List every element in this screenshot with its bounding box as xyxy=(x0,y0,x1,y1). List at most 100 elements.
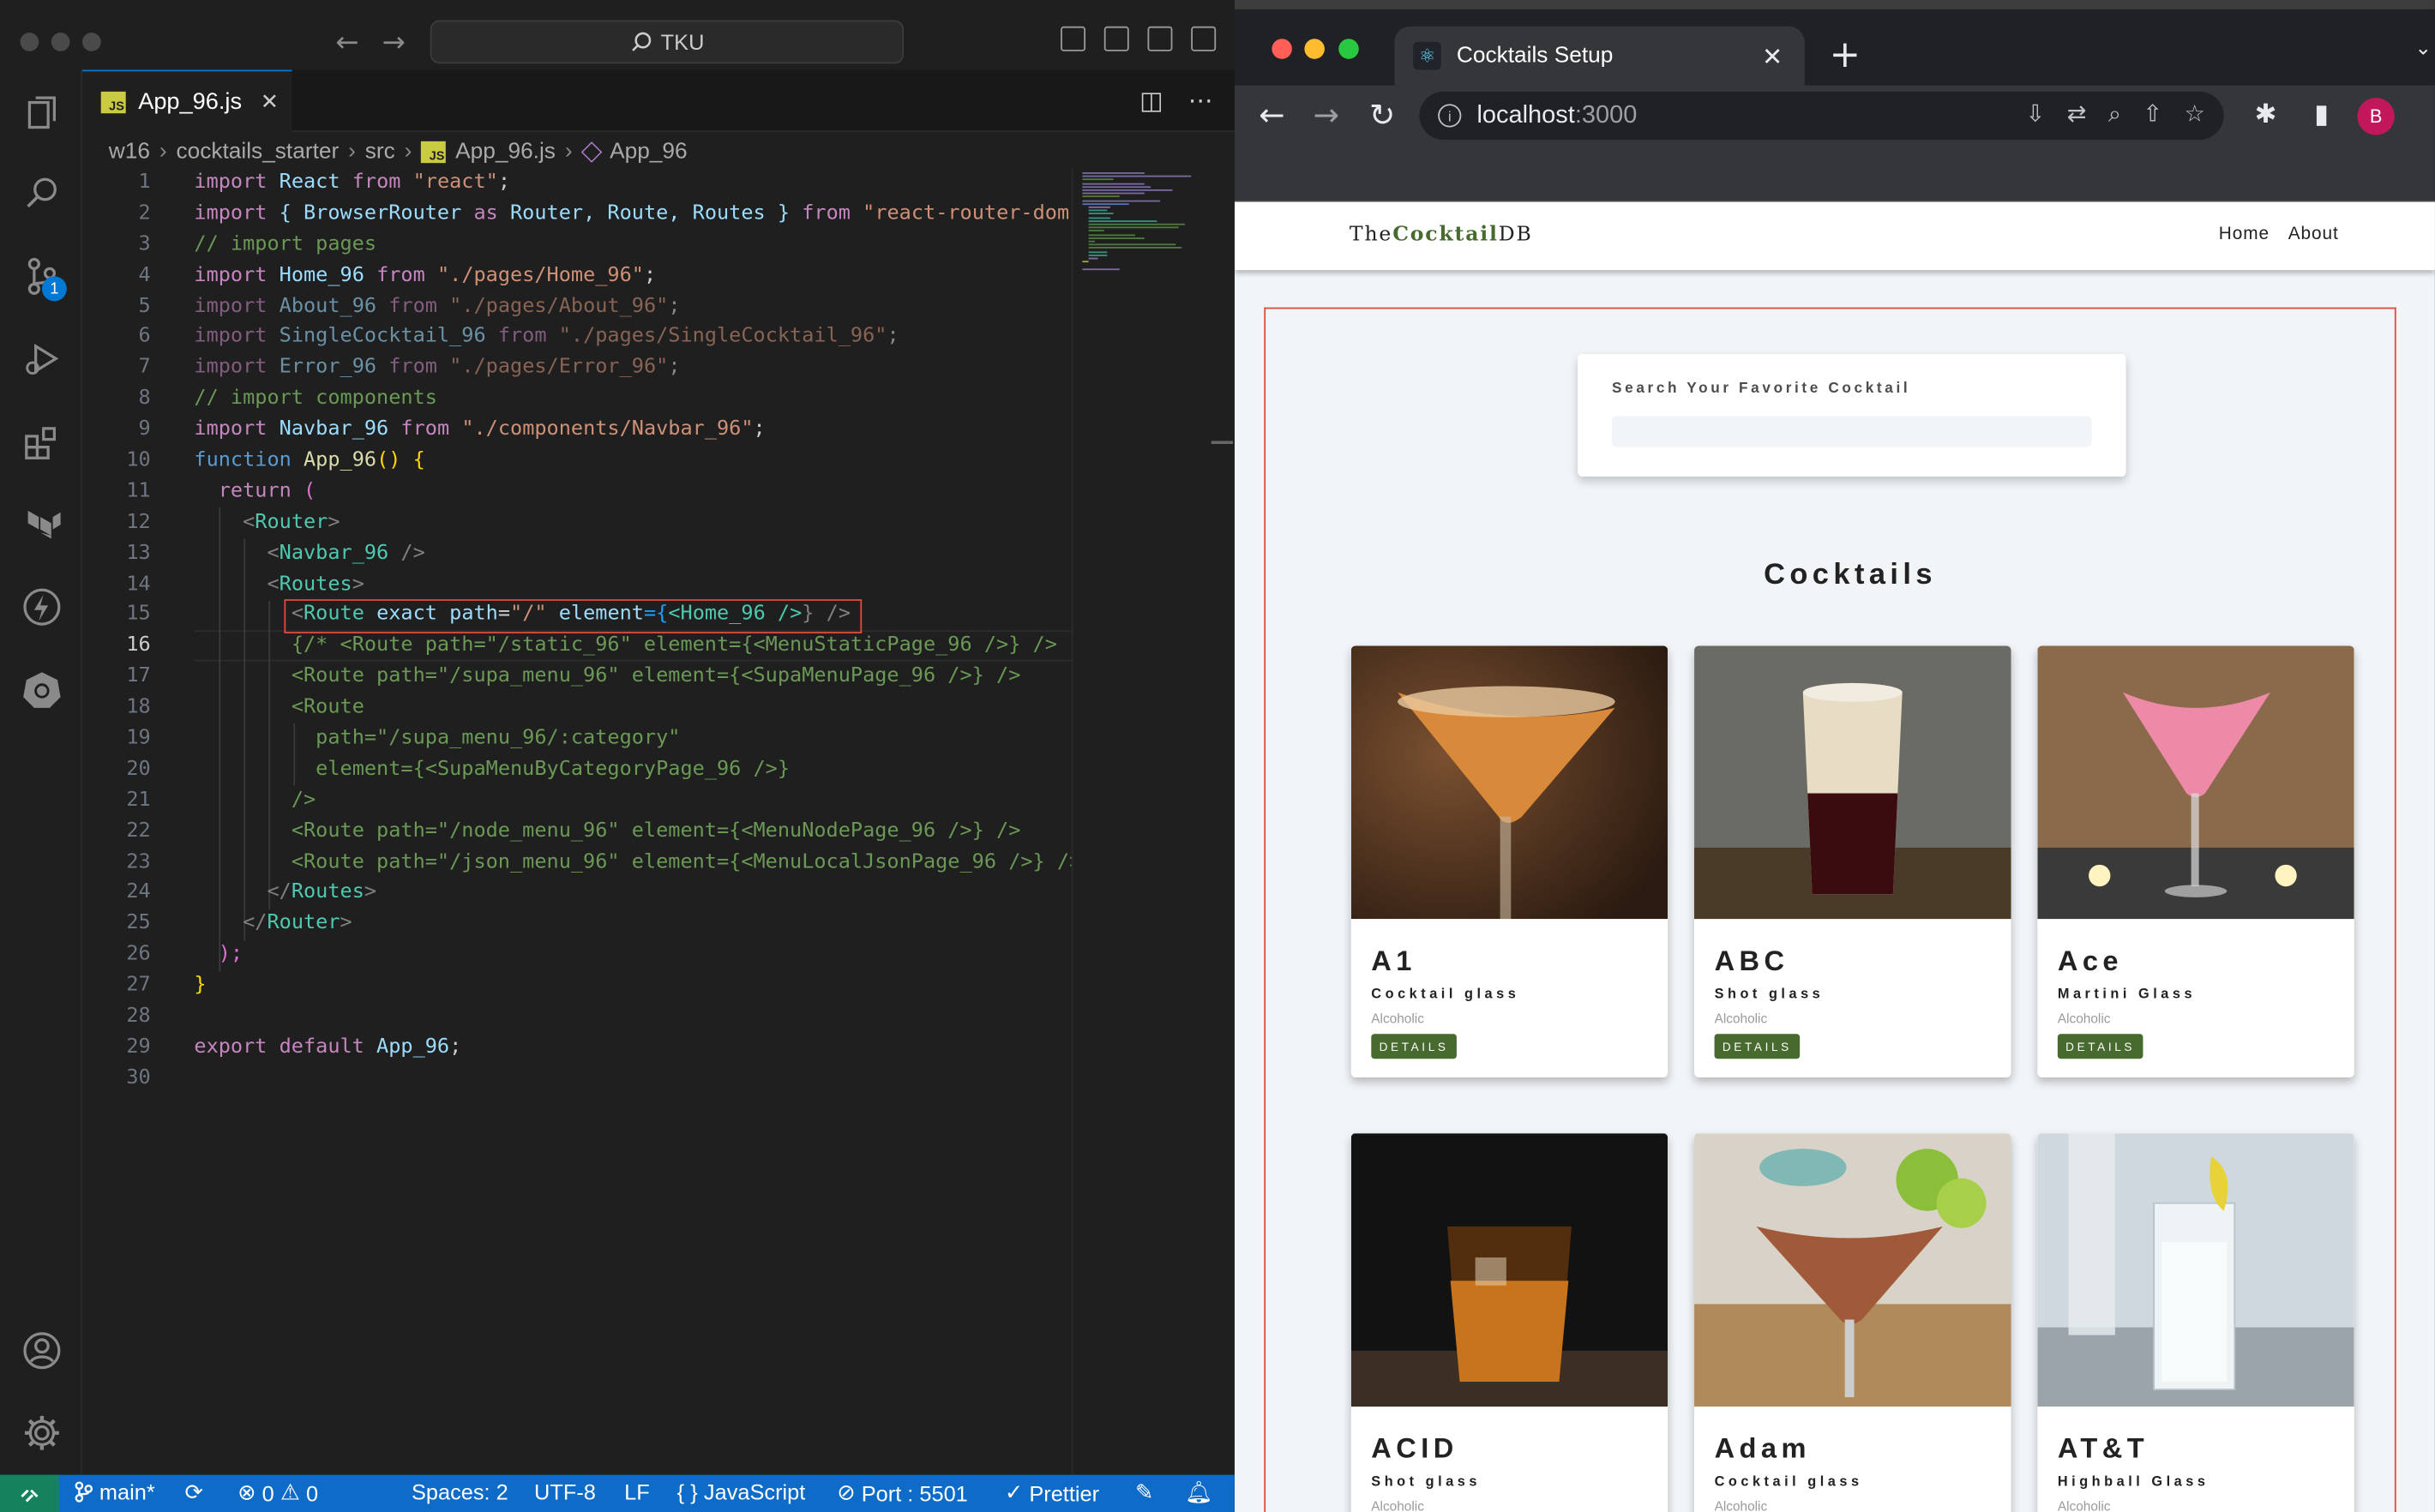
command-center-search[interactable]: TKU xyxy=(430,20,905,64)
zoom-icon[interactable]: ⌕ xyxy=(2108,99,2121,128)
new-tab-plus-icon[interactable]: + xyxy=(1830,33,1861,76)
details-button[interactable]: DETAILS xyxy=(1714,1034,1801,1059)
close-window-button[interactable] xyxy=(1272,39,1292,59)
share-icon[interactable]: ⇧ xyxy=(2143,99,2162,128)
go-back-icon[interactable]: ← xyxy=(335,27,358,59)
double-check-icon: ✓ xyxy=(1004,1479,1024,1505)
minimize-window-button[interactable] xyxy=(51,33,70,51)
notifications-bell-icon[interactable]: 🔔︎ xyxy=(1185,1479,1212,1506)
back-arrow-icon[interactable]: ← xyxy=(1254,96,1290,133)
run-debug-icon[interactable] xyxy=(0,327,82,389)
problems-status[interactable]: ⊗ 0 ⚠ 0 xyxy=(237,1479,318,1506)
editor-actions: ◫ ⋯ xyxy=(1139,86,1212,115)
split-editor-icon[interactable]: ◫ xyxy=(1139,86,1163,115)
kubernetes-icon[interactable] xyxy=(0,658,82,720)
line-number: 30 xyxy=(126,1065,151,1090)
zoom-window-button[interactable] xyxy=(1338,39,1359,59)
route-highlight-box xyxy=(284,599,863,633)
breadcrumb: w16 › cocktails_starter › src › JS App_9… xyxy=(109,136,688,167)
details-button[interactable]: DETAILS xyxy=(1371,1034,1457,1059)
cocktail-name: ACID xyxy=(1371,1432,1458,1464)
breadcrumb-item[interactable]: App_96.js xyxy=(455,140,556,165)
language-status[interactable]: { } JavaScript xyxy=(677,1479,806,1504)
settings-gear-icon[interactable] xyxy=(0,1402,82,1464)
forward-arrow-icon[interactable]: → xyxy=(1308,96,1344,133)
search-icon xyxy=(631,32,651,51)
go-forward-icon[interactable]: → xyxy=(382,27,406,59)
terraform-icon[interactable] xyxy=(0,494,82,555)
branch-status[interactable]: main* xyxy=(75,1479,155,1504)
line-number: 16 xyxy=(126,633,151,657)
profile-avatar[interactable]: B xyxy=(2357,98,2395,135)
close-icon[interactable]: ✕ xyxy=(1762,41,1783,70)
breadcrumb-item[interactable]: src xyxy=(365,140,395,165)
details-button[interactable]: DETAILS xyxy=(2057,1034,2143,1059)
code-line: import React from "react"; xyxy=(194,171,511,195)
breadcrumb-item[interactable]: cocktails_starter xyxy=(176,140,339,165)
symbol-cube-icon xyxy=(580,141,602,163)
browser-tab[interactable]: ⚛ Cocktails Setup ✕ xyxy=(1394,26,1805,86)
minimap[interactable] xyxy=(1071,167,1211,1475)
live-server-status[interactable]: ⊘ Port : 5501 xyxy=(837,1479,968,1506)
customize-layout-icon[interactable] xyxy=(1191,26,1217,51)
nav-link-about[interactable]: About xyxy=(2288,225,2339,244)
url-text: localhost:3000 xyxy=(1476,101,1638,129)
error-icon: ⊗ xyxy=(237,1479,256,1505)
extensions-icon[interactable] xyxy=(0,411,82,473)
close-icon[interactable]: ✕ xyxy=(261,89,279,114)
editor-scrollbar[interactable] xyxy=(1211,167,1235,1475)
search-form: Search Your Favorite Cocktail xyxy=(1578,353,2126,477)
sync-icon[interactable]: ⟳ xyxy=(185,1479,203,1506)
feedback-icon[interactable]: ✎ xyxy=(1135,1479,1153,1506)
eol-status[interactable]: LF xyxy=(624,1479,650,1504)
explorer-icon[interactable] xyxy=(0,82,82,144)
cocktail-image xyxy=(2037,645,2354,920)
cocktail-glass: Cocktail glass xyxy=(1714,1473,1863,1489)
install-app-icon[interactable]: ⇩ xyxy=(2026,99,2046,128)
prettier-status[interactable]: ✓ Prettier xyxy=(1005,1479,1099,1506)
accounts-icon[interactable] xyxy=(0,1320,82,1382)
indentation-status[interactable]: Spaces: 2 xyxy=(412,1479,508,1504)
remote-indicator-icon[interactable] xyxy=(0,1474,59,1512)
encoding-status[interactable]: UTF-8 xyxy=(534,1479,596,1504)
reload-icon[interactable]: ↻ xyxy=(1363,96,1400,133)
breadcrumb-item[interactable]: w16 xyxy=(109,140,150,165)
toggle-panel-icon[interactable] xyxy=(1103,26,1129,51)
port-icon: ⊘ xyxy=(837,1479,856,1505)
line-number: 3 xyxy=(138,232,151,256)
cocktail-name: A1 xyxy=(1371,945,1416,977)
warning-icon: ⚠ xyxy=(280,1479,300,1505)
close-window-button[interactable] xyxy=(20,33,39,51)
chevron-down-icon[interactable]: ⌄ xyxy=(2414,37,2432,60)
nav-link-home[interactable]: Home xyxy=(2219,225,2270,244)
tab-app-96-js[interactable]: JS App_96.js ✕ xyxy=(81,69,292,132)
cocktail-glass: Martini Glass xyxy=(2057,986,2197,1002)
minimize-window-button[interactable] xyxy=(1304,39,1325,59)
code-line: <Route path="/json_menu_96" element={<Me… xyxy=(291,849,1072,873)
translate-icon[interactable]: ⇄ xyxy=(2067,99,2087,128)
bookmark-star-icon[interactable]: ☆ xyxy=(2185,99,2205,128)
source-control-icon[interactable]: 1 xyxy=(0,245,82,307)
scm-count-badge: 1 xyxy=(41,276,67,302)
code-editor[interactable]: 1 2 3 4 5 6 7 8 9 10 11 12 13 14 15 16 17 18 19 20 21 22 23 24 2… xyxy=(82,168,1072,1475)
cocktail-card: ABC Shot glass Alcoholic DETAILS xyxy=(1694,645,2011,1077)
side-panel-icon[interactable]: ▮ xyxy=(2303,96,2340,133)
cocktail-info: Alcoholic xyxy=(2057,1011,2111,1027)
toggle-primary-sidebar-icon[interactable] xyxy=(1061,26,1086,51)
line-number: 20 xyxy=(126,757,151,781)
code-line: function App_96() { xyxy=(194,448,425,472)
breadcrumb-item[interactable]: App_96 xyxy=(610,140,688,165)
toggle-secondary-sidebar-icon[interactable] xyxy=(1147,26,1173,51)
js-file-icon: JS xyxy=(100,90,126,113)
cocktail-glass: Shot glass xyxy=(1371,1473,1482,1489)
search-icon[interactable] xyxy=(0,163,82,225)
layout-controls xyxy=(1061,26,1217,51)
address-bar[interactable]: i localhost:3000 ⇩ ⇄ ⌕ ⇧ ☆ xyxy=(1419,91,2224,141)
site-logo[interactable]: TheCocktailDB xyxy=(1350,224,1533,247)
zoom-window-button[interactable] xyxy=(81,33,101,51)
thunder-client-icon[interactable] xyxy=(0,576,82,638)
extensions-puzzle-icon[interactable]: ✱ xyxy=(2247,96,2284,133)
site-info-icon[interactable]: i xyxy=(1438,104,1462,128)
search-input[interactable] xyxy=(1612,416,2092,447)
more-actions-icon[interactable]: ⋯ xyxy=(1188,86,1213,115)
